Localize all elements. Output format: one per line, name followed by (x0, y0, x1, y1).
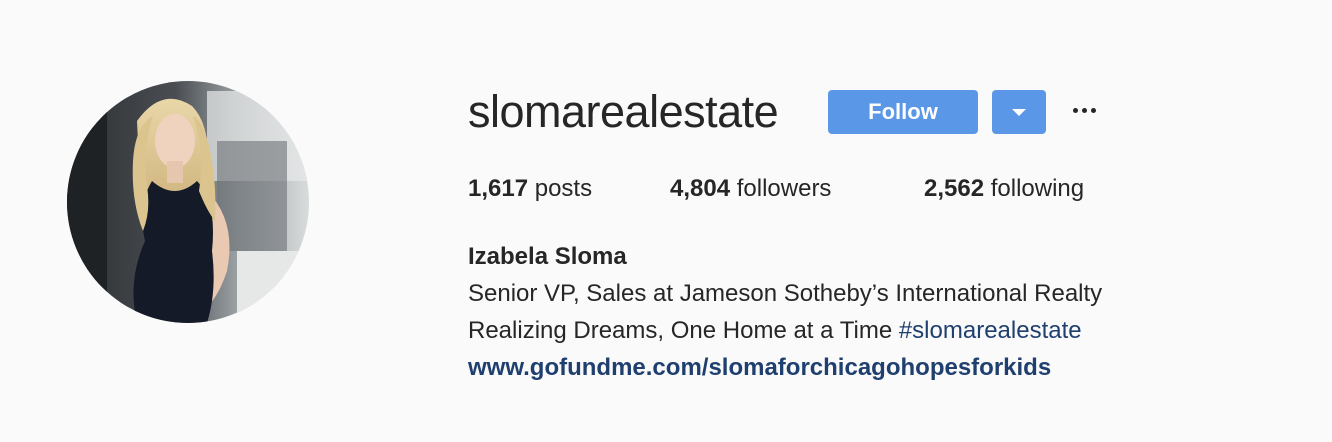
website-link[interactable]: www.gofundme.com/slomaforchicagohopesfor… (468, 349, 1102, 386)
profile-photo (67, 81, 309, 323)
following-count: 2,562 (924, 175, 985, 202)
bio-line-1: Senior VP, Sales at Jameson Sotheby’s In… (468, 280, 1103, 307)
bio-line-2: Realizing Dreams, One Home at a Time #sl… (468, 312, 1102, 349)
follow-button[interactable]: Follow (828, 90, 978, 134)
followers-count: 4,804 (670, 175, 731, 202)
more-options-button[interactable] (1070, 98, 1100, 126)
followers-stat[interactable]: 4,804 followers (670, 174, 831, 204)
profile-bio: Izabela Sloma Senior VP, Sales at Jameso… (468, 238, 1102, 386)
ellipsis-icon (1073, 108, 1078, 113)
ellipsis-icon (1091, 108, 1096, 113)
hashtag-link[interactable]: #slomarealestate (899, 317, 1082, 344)
suggestions-dropdown-button[interactable] (992, 90, 1046, 134)
ellipsis-icon (1082, 108, 1087, 113)
caret-down-icon (1012, 109, 1026, 116)
following-stat[interactable]: 2,562 following (924, 174, 1084, 204)
posts-count: 1,617 (468, 175, 529, 202)
followers-label: followers (736, 175, 832, 202)
full-name: Izabela Sloma (468, 243, 627, 270)
posts-stat: 1,617 posts (468, 174, 592, 204)
avatar[interactable] (67, 81, 309, 323)
posts-label: posts (534, 175, 593, 202)
bio-line-2-text: Realizing Dreams, One Home at a Time (468, 317, 899, 344)
username: slomarealestate (468, 86, 779, 137)
following-label: following (990, 175, 1085, 202)
